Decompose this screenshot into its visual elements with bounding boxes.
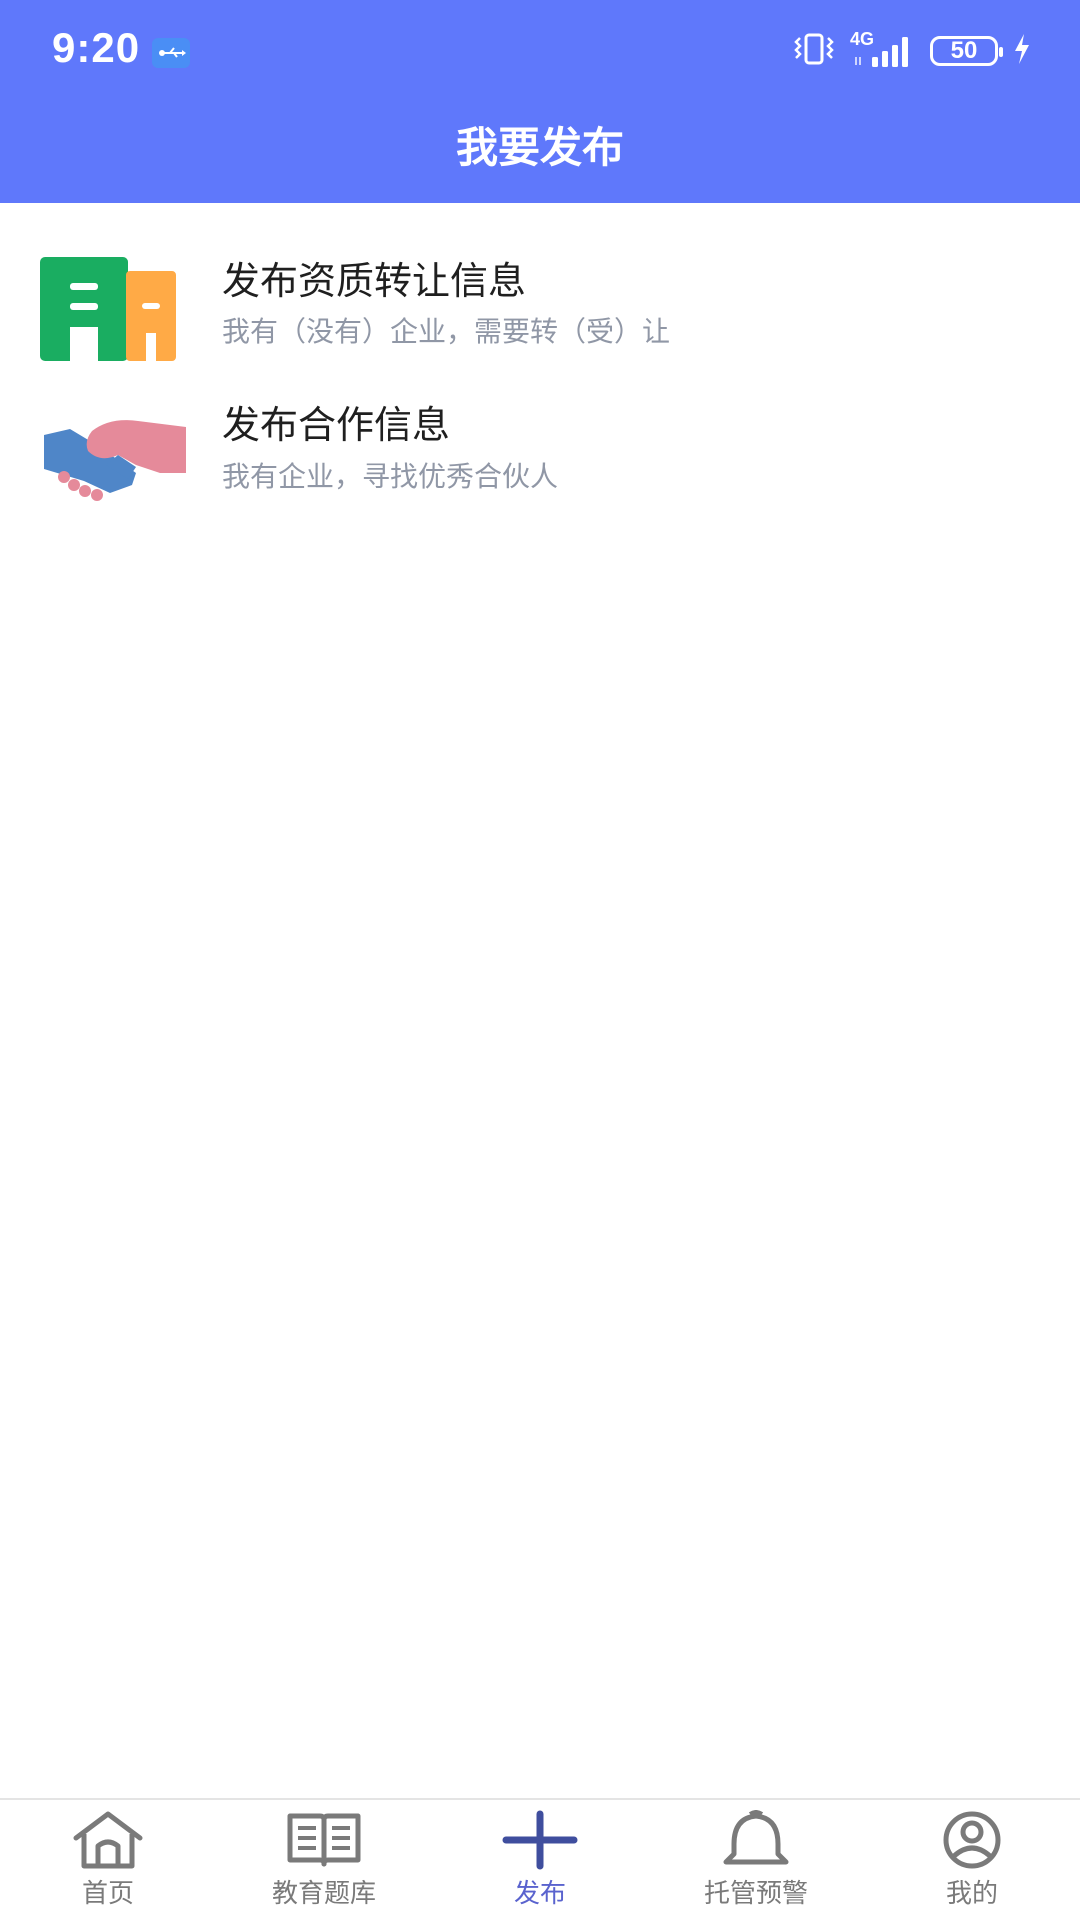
app-header: 9:20 4G 50 我要发布 [0,0,1080,203]
menu-item-subtitle: 我有（没有）企业，需要转（受）让 [222,315,671,348]
status-time: 9:20 [52,24,141,71]
bottom-nav: 首页 教育题库 发布 托管预警 我的 [0,1798,1080,1920]
battery-level: 50 [950,37,978,64]
menu-item-qualification-transfer[interactable]: 发布资质转让信息 我有（没有）企业，需要转（受）让 [0,203,1080,375]
building-icon [40,257,188,369]
menu-item-cooperation[interactable]: 发布合作信息 我有企业，寻找优秀合伙人 [0,375,1080,547]
signal-icon: 4G [850,29,916,69]
menu-item-subtitle: 我有企业，寻找优秀合伙人 [222,460,559,493]
user-icon [934,1810,1010,1870]
charging-icon [1012,32,1032,70]
tab-label: 我的 [945,1879,998,1909]
publish-menu: 发布资质转让信息 我有（没有）企业，需要转（受）让 发布合作信息 我有企业，寻找… [0,203,1080,547]
handshake-icon [40,411,188,523]
book-icon [286,1810,362,1870]
menu-item-title: 发布合作信息 [222,403,451,447]
battery-icon: 50 [930,36,1003,66]
tab-publish[interactable]: 发布 [432,1800,648,1920]
tab-label: 首页 [81,1879,134,1909]
vibrate-icon [792,32,836,70]
tab-label: 托管预警 [703,1879,808,1909]
page-title: 我要发布 [455,123,624,172]
home-icon [70,1810,146,1870]
tab-custody-alert[interactable]: 托管预警 [648,1800,864,1920]
usb-icon [152,38,190,68]
tab-label: 教育题库 [271,1879,376,1909]
tab-label: 发布 [513,1879,566,1909]
tab-question-bank[interactable]: 教育题库 [216,1800,432,1920]
menu-item-title: 发布资质转让信息 [222,259,527,303]
tab-mine[interactable]: 我的 [864,1800,1080,1920]
plus-icon [502,1810,578,1870]
bell-icon [718,1810,794,1870]
status-icons: 4G 50 [792,29,1032,70]
tab-home[interactable]: 首页 [0,1800,216,1920]
